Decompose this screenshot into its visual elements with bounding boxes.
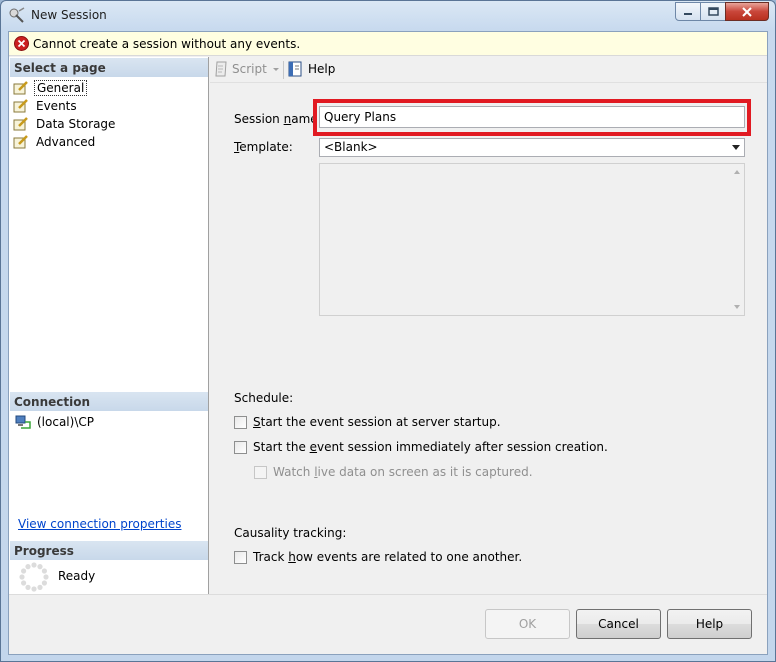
session-wizard-icon [9, 7, 25, 23]
dropdown-arrow-icon [272, 68, 279, 71]
help-button[interactable]: Help [667, 609, 752, 639]
watch-live-checkbox [254, 465, 267, 479]
template-selected-value: <Blank> [324, 140, 378, 154]
page-item-events[interactable]: Events [13, 97, 117, 115]
template-label: Template: [234, 140, 293, 154]
page-item-advanced[interactable]: Advanced [13, 133, 117, 151]
left-pane: Select a page General Events Data Storag… [9, 57, 209, 594]
session-name-label: Session name: [234, 112, 322, 126]
track-events-label: Track how events are related to one anot… [253, 550, 523, 564]
minimize-button[interactable] [675, 2, 701, 21]
error-message: Cannot create a session without any even… [33, 37, 301, 51]
start-at-startup-option[interactable]: Start the event session at server startu… [234, 415, 501, 429]
chevron-down-icon[interactable] [732, 145, 740, 150]
maximize-button[interactable] [700, 2, 726, 21]
page-icon [13, 99, 28, 113]
scroll-down-arrow-icon[interactable] [734, 305, 740, 309]
page-item-label: Advanced [36, 135, 96, 149]
select-page-header: Select a page [10, 58, 208, 77]
template-description-box [319, 163, 745, 316]
minimize-icon [684, 12, 692, 15]
toolbar-separator [283, 61, 284, 79]
start-immediately-checkbox[interactable] [234, 440, 247, 454]
page-item-data-storage[interactable]: Data Storage [13, 115, 117, 133]
progress-header: Progress [10, 541, 208, 560]
scroll-up-arrow-icon[interactable] [734, 170, 740, 174]
connection-header: Connection [10, 392, 208, 411]
session-name-input[interactable]: Query Plans [319, 106, 745, 128]
schedule-label: Schedule: [234, 391, 294, 405]
watch-live-option: Watch live data on screen as it is captu… [254, 465, 533, 479]
maximize-icon [707, 7, 719, 16]
page-item-label: Events [36, 99, 77, 113]
page-item-label: Data Storage [36, 117, 116, 131]
close-button[interactable] [725, 2, 769, 21]
error-bar: Cannot create a session without any even… [9, 32, 767, 56]
track-events-option[interactable]: Track how events are related to one anot… [234, 550, 522, 564]
help-toolbar-button[interactable]: Help [288, 61, 335, 77]
page-icon [13, 135, 28, 149]
connection-item: (local)\CP [15, 414, 94, 430]
close-icon [742, 6, 752, 17]
causality-tracking-label: Causality tracking: [234, 526, 347, 540]
help-book-icon [288, 61, 302, 77]
page-list: General Events Data Storage Advanced [13, 79, 117, 151]
script-icon [215, 61, 227, 77]
help-toolbar-label: Help [308, 62, 336, 76]
page-item-label: General [34, 80, 88, 96]
template-select[interactable]: <Blank> [319, 138, 745, 157]
page-icon [13, 117, 28, 131]
script-button[interactable]: Script [214, 61, 281, 77]
page-item-general[interactable]: General [13, 79, 117, 97]
dialog-client-area: Cannot create a session without any even… [8, 31, 768, 655]
general-page-pane: Script Help Session name: Query Plans Te… [210, 57, 767, 594]
view-connection-properties-link[interactable]: View connection properties [18, 517, 181, 531]
caption-buttons [675, 2, 769, 22]
track-events-checkbox[interactable] [234, 550, 247, 564]
ok-button[interactable]: OK [485, 609, 570, 639]
dialog-footer: OK Cancel Help [9, 594, 767, 654]
error-icon [14, 36, 29, 51]
server-connection-icon [15, 415, 31, 429]
toolbar: Script Help [210, 57, 767, 83]
progress-status: Ready [58, 569, 96, 583]
dialog-window: New Session Cannot create a session with… [0, 0, 776, 662]
watch-live-label: Watch live data on screen as it is captu… [273, 465, 533, 479]
cancel-button[interactable]: Cancel [576, 609, 661, 639]
start-immediately-option[interactable]: Start the event session immediately afte… [234, 440, 608, 454]
script-label: Script [232, 62, 267, 76]
start-immediately-label: Start the event session immediately afte… [253, 440, 608, 454]
progress-spinner-icon [19, 562, 49, 592]
start-at-startup-checkbox[interactable] [234, 415, 247, 429]
window-title: New Session [31, 8, 107, 22]
connection-name: (local)\CP [37, 415, 94, 429]
page-icon [13, 81, 28, 95]
title-bar[interactable]: New Session [1, 1, 775, 31]
start-at-startup-label: Start the event session at server startu… [253, 415, 501, 429]
